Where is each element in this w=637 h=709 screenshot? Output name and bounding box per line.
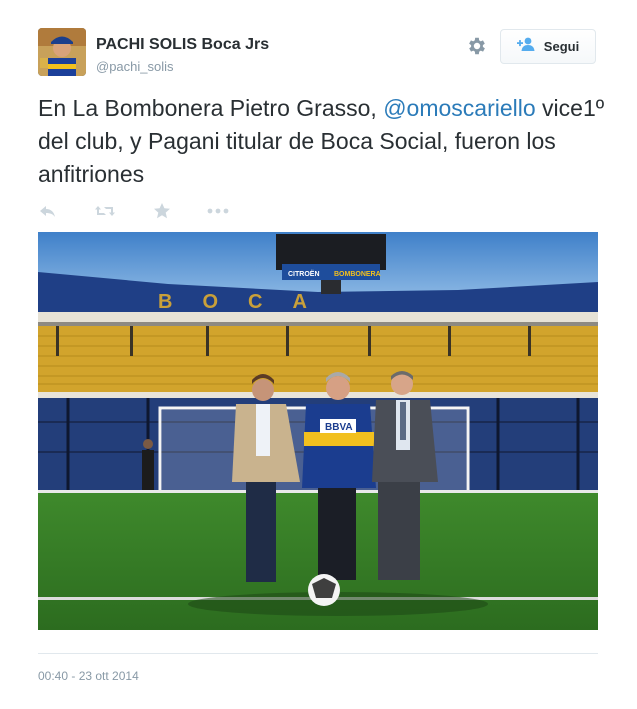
tweet-photo[interactable]: BOCA CITROËN BOMBONERA BBVA bbox=[38, 232, 598, 630]
mention-link[interactable]: @omoscariello bbox=[383, 95, 535, 121]
follow-button[interactable]: Segui bbox=[500, 29, 596, 64]
tweet-text: En La Bombonera Pietro Grasso, @omoscari… bbox=[38, 92, 608, 191]
tweet-text-start: En La Bombonera Pietro Grasso, bbox=[38, 95, 384, 121]
tweet-timestamp[interactable]: 00:40 - 23 ott 2014 bbox=[38, 669, 139, 683]
author-name[interactable]: PACHI SOLIS Boca Jrs bbox=[96, 36, 269, 54]
footer-divider bbox=[38, 653, 598, 654]
scoreboard-sponsor-1: CITROËN bbox=[288, 270, 320, 278]
author-avatar[interactable] bbox=[38, 28, 86, 76]
retweet-icon[interactable] bbox=[94, 201, 115, 221]
stand-lettering: BOCA bbox=[158, 291, 337, 313]
gear-icon[interactable] bbox=[466, 35, 488, 57]
jersey-sponsor: BBVA bbox=[325, 422, 353, 433]
reply-icon[interactable] bbox=[38, 201, 58, 221]
scoreboard-sponsor-2: BOMBONERA bbox=[334, 271, 381, 278]
favorite-icon[interactable] bbox=[152, 201, 172, 221]
more-icon[interactable] bbox=[206, 201, 230, 221]
follow-label: Segui bbox=[543, 39, 580, 54]
add-user-icon bbox=[516, 37, 537, 56]
author-handle[interactable]: @pachi_solis bbox=[96, 59, 174, 74]
